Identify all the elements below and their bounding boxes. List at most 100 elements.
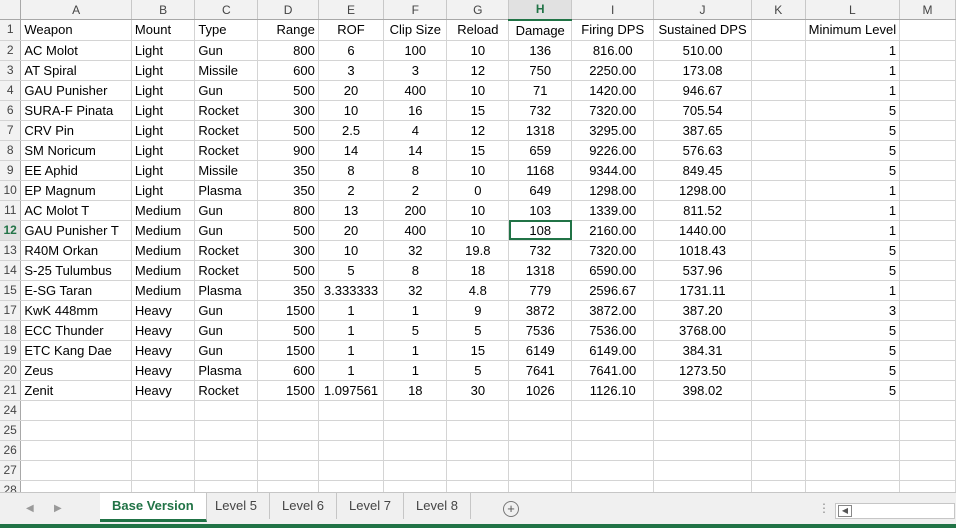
cell-a1[interactable]: Weapon <box>20 19 132 41</box>
cell-c6[interactable]: Rocket <box>194 100 259 121</box>
cell-m9[interactable] <box>899 160 956 181</box>
cell-m20[interactable] <box>899 360 956 381</box>
cell-c20[interactable]: Plasma <box>194 360 259 381</box>
cell-b9[interactable]: Light <box>131 160 196 181</box>
cell-j11[interactable]: 811.52 <box>653 200 752 221</box>
cell-i9[interactable]: 9344.00 <box>571 160 655 181</box>
cell-k13[interactable] <box>751 240 806 261</box>
cell-d9[interactable]: 350 <box>257 160 319 181</box>
row-header[interactable]: 18 <box>0 320 22 341</box>
column-header-b[interactable]: B <box>131 0 196 20</box>
cell-k2[interactable] <box>751 40 806 61</box>
cell-g15[interactable]: 4.8 <box>446 280 510 301</box>
horizontal-scrollbar[interactable]: ◀ <box>835 503 955 519</box>
cell-l3[interactable]: 1 <box>805 60 901 81</box>
cell-d13[interactable]: 300 <box>257 240 319 261</box>
cell-l11[interactable]: 1 <box>805 200 901 221</box>
cell-a3[interactable]: AT Spiral <box>20 60 132 81</box>
cell-m4[interactable] <box>899 80 956 101</box>
sheet-tab-level-5[interactable]: Level 5 <box>203 493 270 519</box>
cell-k7[interactable] <box>751 120 806 141</box>
cell-m1[interactable] <box>899 19 956 41</box>
cell-i10[interactable]: 1298.00 <box>571 180 655 201</box>
cell-d14[interactable]: 500 <box>257 260 319 281</box>
cell-f25[interactable] <box>383 420 448 441</box>
cell-i3[interactable]: 2250.00 <box>571 60 655 81</box>
cell-k20[interactable] <box>751 360 806 381</box>
cell-d19[interactable]: 1500 <box>257 340 319 361</box>
row-header[interactable]: 27 <box>0 460 22 481</box>
cell-h27[interactable] <box>508 460 573 481</box>
cell-b4[interactable]: Light <box>131 80 196 101</box>
cell-b7[interactable]: Light <box>131 120 196 141</box>
cell-f19[interactable]: 1 <box>383 340 448 361</box>
cell-b3[interactable]: Light <box>131 60 196 81</box>
cell-l24[interactable] <box>805 400 901 421</box>
cell-e2[interactable]: 6 <box>318 40 385 61</box>
cell-b21[interactable]: Heavy <box>131 380 196 401</box>
row-header[interactable]: 3 <box>0 60 22 81</box>
cell-f27[interactable] <box>383 460 448 481</box>
cell-h25[interactable] <box>508 420 573 441</box>
row-header[interactable]: 25 <box>0 420 22 441</box>
cell-d21[interactable]: 1500 <box>257 380 319 401</box>
cell-e4[interactable]: 20 <box>318 80 385 101</box>
cell-h10[interactable]: 649 <box>508 180 573 201</box>
cell-j1[interactable]: Sustained DPS <box>653 19 752 41</box>
cell-j18[interactable]: 3768.00 <box>653 320 752 341</box>
cell-j10[interactable]: 1298.00 <box>653 180 752 201</box>
cell-g1[interactable]: Reload <box>446 19 510 41</box>
cell-e15[interactable]: 3.333333 <box>318 280 385 301</box>
scroll-thumb-icon[interactable]: ◀ <box>838 505 852 517</box>
cell-g24[interactable] <box>446 400 510 421</box>
cell-a26[interactable] <box>20 440 132 461</box>
cell-a9[interactable]: EE Aphid <box>20 160 132 181</box>
cell-l6[interactable]: 5 <box>805 100 901 121</box>
cell-l20[interactable]: 5 <box>805 360 901 381</box>
cell-e3[interactable]: 3 <box>318 60 385 81</box>
cell-m3[interactable] <box>899 60 956 81</box>
cell-c21[interactable]: Rocket <box>194 380 259 401</box>
cell-i18[interactable]: 7536.00 <box>571 320 655 341</box>
cell-h3[interactable]: 750 <box>508 60 573 81</box>
cell-l14[interactable]: 5 <box>805 260 901 281</box>
cell-i27[interactable] <box>571 460 655 481</box>
column-header-g[interactable]: G <box>446 0 510 20</box>
cell-m25[interactable] <box>899 420 956 441</box>
cell-g20[interactable]: 5 <box>446 360 510 381</box>
cell-l15[interactable]: 1 <box>805 280 901 301</box>
cell-k3[interactable] <box>751 60 806 81</box>
row-header[interactable]: 9 <box>0 160 22 181</box>
cell-m2[interactable] <box>899 40 956 61</box>
cell-e19[interactable]: 1 <box>318 340 385 361</box>
cell-h26[interactable] <box>508 440 573 461</box>
cell-c11[interactable]: Gun <box>194 200 259 221</box>
cell-f20[interactable]: 1 <box>383 360 448 381</box>
cell-f3[interactable]: 3 <box>383 60 448 81</box>
cell-a7[interactable]: CRV Pin <box>20 120 132 141</box>
cell-k25[interactable] <box>751 420 806 441</box>
cell-d11[interactable]: 800 <box>257 200 319 221</box>
cell-h12[interactable]: 108 <box>508 220 573 241</box>
cell-e25[interactable] <box>318 420 385 441</box>
column-header-f[interactable]: F <box>383 0 448 20</box>
cell-j14[interactable]: 537.96 <box>653 260 752 281</box>
cell-b13[interactable]: Medium <box>131 240 196 261</box>
cell-b17[interactable]: Heavy <box>131 300 196 321</box>
cell-e24[interactable] <box>318 400 385 421</box>
cell-g4[interactable]: 10 <box>446 80 510 101</box>
cell-a19[interactable]: ETC Kang Dae <box>20 340 132 361</box>
cell-j9[interactable]: 849.45 <box>653 160 752 181</box>
cell-h20[interactable]: 7641 <box>508 360 573 381</box>
cell-j17[interactable]: 387.20 <box>653 300 752 321</box>
cell-e13[interactable]: 10 <box>318 240 385 261</box>
cell-c24[interactable] <box>194 400 259 421</box>
cell-c26[interactable] <box>194 440 259 461</box>
cell-e28[interactable] <box>318 480 385 492</box>
column-header-c[interactable]: C <box>194 0 259 20</box>
cell-c9[interactable]: Missile <box>194 160 259 181</box>
row-header[interactable]: 11 <box>0 200 22 221</box>
cell-i25[interactable] <box>571 420 655 441</box>
cell-f10[interactable]: 2 <box>383 180 448 201</box>
cell-k18[interactable] <box>751 320 806 341</box>
